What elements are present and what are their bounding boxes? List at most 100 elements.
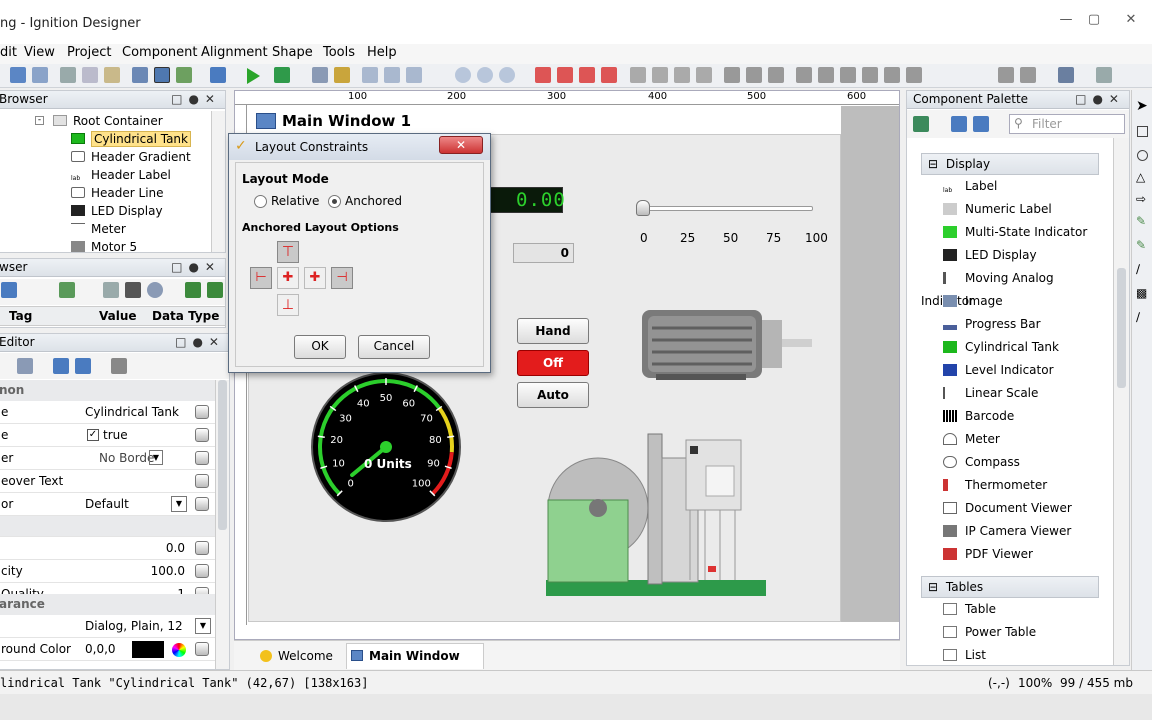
palette-item-power-table[interactable]: Power Table [921, 621, 1099, 644]
binding-icon[interactable] [195, 564, 209, 578]
slider-thumb[interactable] [636, 200, 650, 216]
copy-icon[interactable] [82, 67, 98, 83]
palette-item-ip-camera-viewer[interactable]: IP Camera Viewer [921, 520, 1099, 543]
anchor-center-h-toggle[interactable]: ✚ [277, 267, 299, 289]
property-row-cursor[interactable]: or Default ▼ [0, 493, 215, 516]
tree-item-root-container[interactable]: Root Container [53, 112, 163, 130]
numeric-field[interactable]: 0 [513, 243, 574, 263]
clock-icon[interactable] [147, 282, 163, 298]
fill-icon[interactable]: ▩ [1136, 286, 1147, 300]
anchor-right-toggle[interactable]: ⊣ [331, 267, 353, 289]
column-value[interactable]: Value [99, 307, 137, 325]
maximize-button[interactable]: ▢ [1083, 12, 1105, 28]
panel-controls[interactable]: □●✕ [175, 334, 225, 351]
anchor-icon[interactable] [154, 67, 170, 83]
scrollbar[interactable] [211, 111, 225, 252]
palette-item-progress-bar[interactable]: Progress Bar [921, 313, 1099, 336]
tree-item-motor-5[interactable]: Motor 5 [71, 238, 137, 252]
property-value[interactable]: No Borde [99, 447, 154, 469]
pen-icon[interactable]: ✎ [1136, 238, 1146, 252]
palette-item-numeric-label[interactable]: Numeric Label [921, 198, 1099, 221]
binding-icon[interactable] [195, 642, 209, 656]
property-value[interactable]: 100.0 [151, 560, 185, 582]
palette-item-linear-scale[interactable]: Linear Scale [921, 382, 1099, 405]
color-wheel-icon[interactable] [172, 643, 186, 657]
menu-tools[interactable]: Tools [323, 44, 355, 64]
property-row-value[interactable]: 0.0 [0, 537, 215, 560]
distribute-icon[interactable] [630, 67, 646, 83]
menu-help[interactable]: Help [367, 44, 397, 64]
tree-item-header-label[interactable]: lab Header Label [71, 166, 171, 184]
import-icon[interactable] [185, 282, 201, 298]
ellipse-icon[interactable] [1137, 150, 1148, 161]
export-icon[interactable] [207, 282, 223, 298]
publish-icon[interactable] [274, 67, 290, 83]
hand-button[interactable]: Hand [517, 318, 589, 344]
anchor-center-v-toggle[interactable]: ✚ [304, 267, 326, 289]
layout-icon[interactable] [132, 67, 148, 83]
property-value[interactable]: Default [85, 493, 129, 515]
screen-icon[interactable] [1058, 67, 1074, 83]
align-edge-right-icon[interactable] [840, 67, 856, 83]
binding-icon[interactable] [195, 497, 209, 511]
pencil-icon[interactable]: ✎ [1136, 214, 1146, 228]
zoom-page-icon[interactable] [406, 67, 422, 83]
meter-gauge[interactable]: 0 10 20 30 40 50 60 70 80 90 100 0 Units [310, 371, 462, 523]
property-row-capacity[interactable]: city 100.0 [0, 560, 215, 583]
grid-icon[interactable] [176, 67, 192, 83]
flip-horizontal-icon[interactable] [674, 67, 690, 83]
section-common[interactable]: non [0, 380, 215, 401]
menu-alignment[interactable]: Alignment [201, 44, 268, 64]
preview-play-icon[interactable] [247, 68, 260, 84]
new-tag-icon[interactable] [103, 282, 119, 298]
menu-component[interactable]: Component [122, 44, 197, 64]
palette-item-pdf-viewer[interactable]: PDF Viewer [921, 543, 1099, 566]
eraser-icon[interactable] [1096, 67, 1112, 83]
binding-icon[interactable] [195, 474, 209, 488]
expand-all-icon[interactable] [951, 116, 967, 132]
palette-item-document-viewer[interactable]: Document Viewer [921, 497, 1099, 520]
menu-shape[interactable]: Shape [272, 44, 313, 64]
collapse-all-icon[interactable] [973, 116, 989, 132]
collapse-all-icon[interactable] [75, 358, 91, 374]
align-edge-middle-icon[interactable] [884, 67, 900, 83]
palette-item-level-indicator[interactable]: Level Indicator [921, 359, 1099, 382]
relative-radio[interactable] [254, 195, 267, 208]
dropdown-arrow-icon[interactable]: ▼ [195, 618, 211, 634]
palette-item-image[interactable]: Image [921, 290, 1099, 313]
cancel-button[interactable]: Cancel [358, 335, 430, 359]
tables-category[interactable]: ⊟ Tables [921, 576, 1099, 598]
rectangle-icon[interactable] [1137, 126, 1148, 137]
scrollbar-thumb[interactable] [218, 380, 227, 530]
property-value[interactable]: 0.0 [166, 537, 185, 559]
anchored-radio[interactable] [328, 195, 341, 208]
flip-vertical-icon[interactable] [696, 67, 712, 83]
align-left-icon[interactable] [535, 67, 551, 83]
palette-item-multi-state-indicator[interactable]: Multi-State Indicator [921, 221, 1099, 244]
palette-item-list[interactable]: List [921, 644, 1099, 665]
dropdown-arrow-icon[interactable]: ▼ [171, 496, 187, 512]
menu-view[interactable]: View [24, 44, 55, 64]
align-edge-center-icon[interactable] [818, 67, 834, 83]
union-icon[interactable] [724, 67, 740, 83]
property-row-border[interactable]: er No Borde ▼ [0, 447, 215, 470]
panel-controls[interactable]: □●✕ [171, 91, 221, 108]
scrollbar-thumb[interactable] [1117, 268, 1126, 388]
group-icon[interactable] [998, 67, 1014, 83]
auto-button[interactable]: Auto [517, 382, 589, 408]
palette-item-barcode[interactable]: Barcode [921, 405, 1099, 428]
polygon-icon[interactable]: △ [1136, 170, 1145, 184]
machine-image[interactable] [540, 430, 770, 602]
cut-icon[interactable] [60, 67, 76, 83]
align-edge-bottom-icon[interactable] [906, 67, 922, 83]
palette-item-cylindrical-tank[interactable]: Cylindrical Tank [921, 336, 1099, 359]
refresh-icon[interactable] [59, 282, 75, 298]
intersect-icon[interactable] [768, 67, 784, 83]
palette-item-label[interactable]: lab Label [921, 175, 1099, 198]
tab-welcome[interactable]: Welcome [260, 646, 333, 666]
tree-item-led-display[interactable]: LED Display [71, 202, 163, 220]
menu-edit[interactable]: dit [0, 44, 17, 64]
binding-icon[interactable] [195, 541, 209, 555]
sort-icon[interactable] [17, 358, 33, 374]
align-edge-left-icon[interactable] [796, 67, 812, 83]
